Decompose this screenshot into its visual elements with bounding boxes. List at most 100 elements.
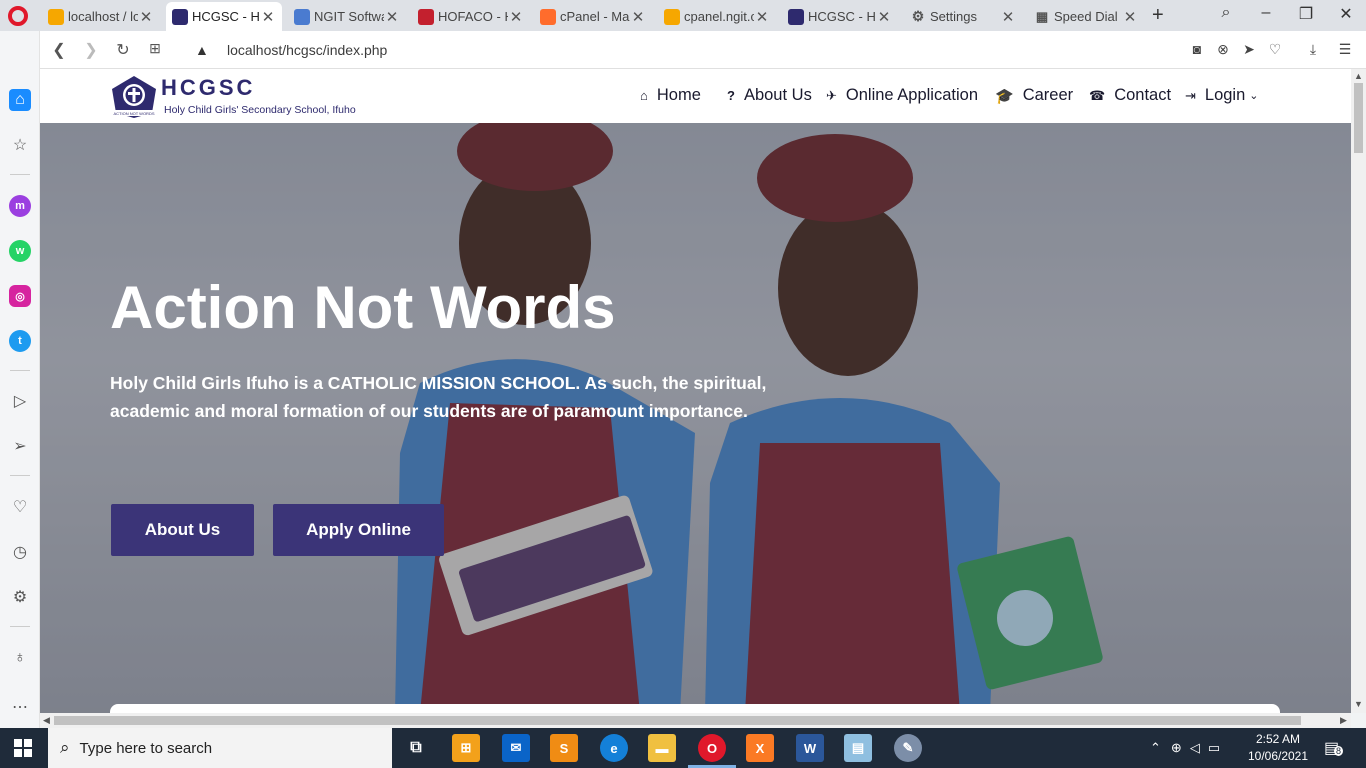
school-crest-logo[interactable]: ACTION NOT WORDS <box>111 75 157 119</box>
instagram-icon[interactable]: ◎ <box>9 285 31 307</box>
tabs-overview-icon[interactable]: ⊞ <box>145 40 165 57</box>
send-icon[interactable]: ➤ <box>1240 41 1258 58</box>
tab-cpanel-main[interactable]: cPanel - Mai ✕ <box>534 2 652 31</box>
school-crest-icon <box>788 8 804 25</box>
clock-date: 10/06/2021 <box>1247 749 1309 763</box>
whatsapp-icon[interactable]: w <box>9 240 31 262</box>
close-icon[interactable]: ✕ <box>1000 8 1016 26</box>
history-clock-icon[interactable]: ◷ <box>9 541 31 563</box>
paint-icon[interactable]: ✎ <box>894 734 922 762</box>
home-icon[interactable]: ⌂ <box>9 89 31 111</box>
settings-gear-icon[interactable]: ⚙ <box>9 586 31 608</box>
show-hidden-icons-chevron[interactable]: ⌃ <box>1150 740 1161 756</box>
restore-button[interactable]: ❐ <box>1294 4 1318 24</box>
notification-count-badge: 8 <box>1334 746 1344 756</box>
sidebar-divider <box>10 626 30 627</box>
nav-about-us[interactable]: ? About Us <box>727 86 812 105</box>
tab-title: NGIT Softwa <box>314 9 384 24</box>
site-header: ACTION NOT WORDS HCGSC Holy Child Girls'… <box>40 69 1351 123</box>
lightbulb-icon[interactable]: ♁ <box>9 647 31 669</box>
close-icon[interactable]: ✕ <box>260 8 276 26</box>
new-tab-button[interactable]: + <box>1152 4 1164 27</box>
opera-menu-icon[interactable] <box>8 6 28 26</box>
reload-button[interactable]: ↻ <box>113 40 133 60</box>
minimize-button[interactable]: – <box>1254 4 1278 22</box>
opera-browser-icon[interactable]: O <box>698 734 726 762</box>
close-icon[interactable]: ✕ <box>138 8 154 26</box>
apply-online-button[interactable]: Apply Online <box>273 504 444 556</box>
tab-settings[interactable]: ⚙ Settings ✕ <box>904 2 1022 31</box>
downloads-icon[interactable]: ⤓ <box>1304 41 1322 58</box>
send-icon[interactable]: ➢ <box>9 435 31 457</box>
snapshot-icon[interactable]: ◙ <box>1188 41 1206 57</box>
tab-search-icon[interactable]: ⌕ <box>1214 4 1238 22</box>
nav-home[interactable]: ⌂ Home <box>640 86 701 105</box>
about-us-button[interactable]: About Us <box>111 504 254 556</box>
close-window-button[interactable]: ✕ <box>1334 4 1358 24</box>
windows-start-icon[interactable] <box>14 739 32 757</box>
notepad-icon[interactable]: ▤ <box>844 734 872 762</box>
tab-title: Speed Dial <box>1054 9 1118 24</box>
nav-about-us-label: About Us <box>743 86 812 104</box>
tab-hcgsc-active[interactable]: HCGSC - Ho ✕ <box>166 2 282 31</box>
sublime-text-icon[interactable]: S <box>550 734 578 762</box>
twitter-icon[interactable]: t <box>9 330 31 352</box>
tab-hcgsc-second[interactable]: HCGSC - Ho ✕ <box>782 2 898 31</box>
scroll-up-arrow[interactable]: ▲ <box>1354 71 1363 81</box>
task-view-icon[interactable]: ⧉ <box>402 734 430 762</box>
taskbar-clock[interactable]: 2:52 AM 10/06/2021 <box>1247 731 1309 765</box>
tab-localhost-phpmyadmin[interactable]: localhost / lo ✕ <box>42 2 160 31</box>
easy-setup-icon[interactable]: ☰ <box>1336 41 1354 58</box>
logo-motto: ACTION NOT WORDS <box>113 111 154 116</box>
back-button[interactable]: ❮ <box>49 40 69 60</box>
horizontal-scrollbar[interactable]: ◀ ▶ <box>40 713 1351 728</box>
scroll-left-arrow[interactable]: ◀ <box>43 715 50 726</box>
paper-plane-icon: ✈ <box>826 87 837 103</box>
keyboard-icon[interactable]: ▭ <box>1208 740 1220 756</box>
nav-online-application-label: Online Application <box>845 86 978 104</box>
file-explorer-icon[interactable]: ▬ <box>648 734 676 762</box>
messenger-icon[interactable]: m <box>9 195 31 217</box>
tab-speed-dial[interactable]: ▦ Speed Dial ✕ <box>1028 2 1144 31</box>
more-icon[interactable]: ⋯ <box>9 696 31 718</box>
close-icon[interactable]: ✕ <box>1122 8 1138 26</box>
close-icon[interactable]: ✕ <box>876 8 892 26</box>
nav-login-dropdown[interactable]: ⇥ Login ⌄ <box>1185 86 1259 105</box>
close-icon[interactable]: ✕ <box>754 8 770 26</box>
taskbar-search-box[interactable]: ⌕ Type here to search <box>48 728 392 768</box>
scroll-down-arrow[interactable]: ▼ <box>1354 699 1363 709</box>
volume-icon[interactable]: ◁ <box>1190 740 1200 756</box>
chevron-down-icon: ⌄ <box>1249 90 1259 102</box>
vertical-scrollbar[interactable]: ▲ ▼ <box>1351 69 1366 713</box>
star-icon[interactable]: ☆ <box>9 134 31 156</box>
microsoft-store-icon[interactable]: ⊞ <box>452 734 480 762</box>
close-icon[interactable]: ✕ <box>384 8 400 26</box>
word-icon[interactable]: W <box>796 734 824 762</box>
horizontal-scroll-thumb[interactable] <box>54 716 1301 725</box>
forward-button[interactable]: ❯ <box>81 40 101 60</box>
nav-career[interactable]: 🎓 Career <box>995 86 1073 105</box>
logo-name[interactable]: HCGSC <box>161 75 255 101</box>
adblock-icon[interactable]: ⊗ <box>1214 41 1232 58</box>
close-icon[interactable]: ✕ <box>508 8 524 26</box>
tab-hofaco[interactable]: HOFACO - H ✕ <box>412 2 530 31</box>
xampp-icon[interactable]: X <box>746 734 774 762</box>
bookmark-heart-icon[interactable]: ♡ <box>1266 41 1284 58</box>
nav-contact[interactable]: ☎ Contact <box>1089 86 1171 105</box>
nav-online-application[interactable]: ✈ Online Application <box>826 86 978 105</box>
tab-cpanel-ngit[interactable]: cpanel.ngit.c ✕ <box>658 2 776 31</box>
player-icon[interactable]: ▷ <box>9 390 31 412</box>
scroll-right-arrow[interactable]: ▶ <box>1340 715 1347 726</box>
phpmyadmin-icon <box>664 8 680 25</box>
close-icon[interactable]: ✕ <box>630 8 646 26</box>
edge-browser-icon[interactable]: e <box>600 734 628 762</box>
mail-icon[interactable]: ✉ <box>502 734 530 762</box>
not-secure-warning-icon[interactable]: ▲ <box>195 42 209 58</box>
clock-time: 2:52 AM <box>1255 732 1301 746</box>
url-field[interactable]: localhost/hcgsc/index.php <box>227 42 387 58</box>
tab-ngit-software[interactable]: NGIT Softwa ✕ <box>288 2 406 31</box>
notification-center-icon[interactable]: ▤ 8 <box>1324 738 1344 758</box>
heart-icon[interactable]: ♡ <box>9 496 31 518</box>
vertical-scroll-thumb[interactable] <box>1354 83 1363 153</box>
network-globe-icon[interactable]: ⊕ <box>1171 740 1182 756</box>
